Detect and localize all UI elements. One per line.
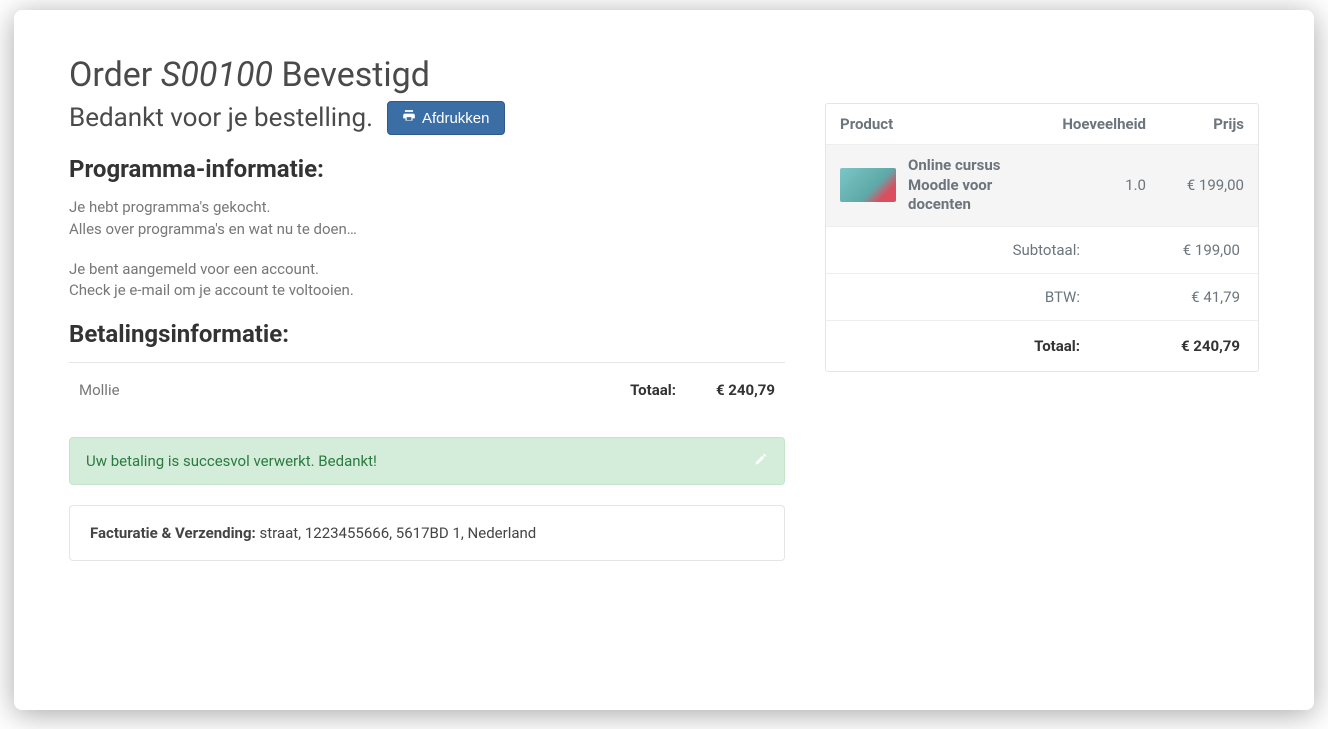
- summary-header: Product Hoeveelheid Prijs: [826, 104, 1258, 145]
- order-summary: Product Hoeveelheid Prijs Online cursus …: [825, 103, 1259, 372]
- right-column: Product Hoeveelheid Prijs Online cursus …: [825, 55, 1259, 650]
- product-price: € 199,00: [1154, 176, 1244, 194]
- summary-header-product: Product: [840, 115, 1048, 133]
- payment-provider: Mollie: [79, 381, 630, 399]
- print-icon: [402, 109, 416, 127]
- subtotal-label: Subtotaal:: [844, 241, 1130, 259]
- total-label: Totaal:: [844, 337, 1130, 355]
- total-value: € 240,79: [1130, 337, 1240, 355]
- print-button-label: Afdrukken: [422, 110, 490, 127]
- order-title-suffix: Bevestigd: [281, 55, 429, 95]
- order-confirmation-page: Order S00100 Bevestigd Bedankt voor je b…: [14, 10, 1314, 710]
- program-block-2: Je bent aangemeld voor een account. Chec…: [69, 259, 785, 303]
- payment-total-label: Totaal:: [630, 381, 676, 399]
- program-line-2: Alles over programma's en wat nu te doen…: [69, 219, 785, 241]
- print-button[interactable]: Afdrukken: [387, 101, 505, 135]
- thank-you-row: Bedankt voor je bestelling. Afdrukken: [69, 101, 785, 135]
- program-line-3: Je bent aangemeld voor een account.: [69, 259, 785, 281]
- left-column: Order S00100 Bevestigd Bedankt voor je b…: [69, 55, 785, 650]
- summary-total-row: Totaal: € 240,79: [826, 321, 1258, 371]
- payment-success-message: Uw betaling is succesvol verwerkt. Bedan…: [86, 452, 754, 470]
- order-title: Order S00100 Bevestigd: [69, 55, 785, 95]
- payment-total-value: € 240,79: [716, 381, 775, 399]
- product-name: Online cursus Moodle voor docenten: [908, 156, 1048, 215]
- program-heading: Programma-informatie:: [69, 155, 785, 183]
- program-block-1: Je hebt programma's gekocht. Alles over …: [69, 197, 785, 241]
- shipping-card: Facturatie & Verzending: straat, 1223455…: [69, 505, 785, 561]
- tax-value: € 41,79: [1130, 288, 1240, 306]
- summary-header-qty: Hoeveelheid: [1056, 115, 1146, 133]
- summary-tax-row: BTW: € 41,79: [826, 274, 1258, 321]
- summary-header-price: Prijs: [1154, 115, 1244, 133]
- payment-heading: Betalingsinformatie:: [69, 320, 785, 348]
- order-title-prefix: Order: [69, 55, 152, 95]
- edit-icon[interactable]: [754, 452, 768, 470]
- divider: [69, 362, 785, 363]
- order-number: S00100: [161, 55, 273, 95]
- product-thumbnail: [840, 168, 896, 202]
- thank-you-text: Bedankt voor je bestelling.: [69, 103, 373, 133]
- payment-success-alert: Uw betaling is succesvol verwerkt. Bedan…: [69, 437, 785, 485]
- tax-label: BTW:: [844, 288, 1130, 306]
- shipping-label: Facturatie & Verzending:: [90, 524, 256, 542]
- product-qty: 1.0: [1056, 176, 1146, 194]
- subtotal-value: € 199,00: [1130, 241, 1240, 259]
- summary-line-item: Online cursus Moodle voor docenten 1.0 €…: [826, 145, 1258, 227]
- program-line-4: Check je e-mail om je account te voltooi…: [69, 280, 785, 302]
- payment-row: Mollie Totaal: € 240,79: [69, 377, 785, 407]
- shipping-address: straat, 1223455666, 5617BD 1, Nederland: [260, 524, 537, 542]
- program-line-1: Je hebt programma's gekocht.: [69, 197, 785, 219]
- summary-subtotal-row: Subtotaal: € 199,00: [826, 227, 1258, 274]
